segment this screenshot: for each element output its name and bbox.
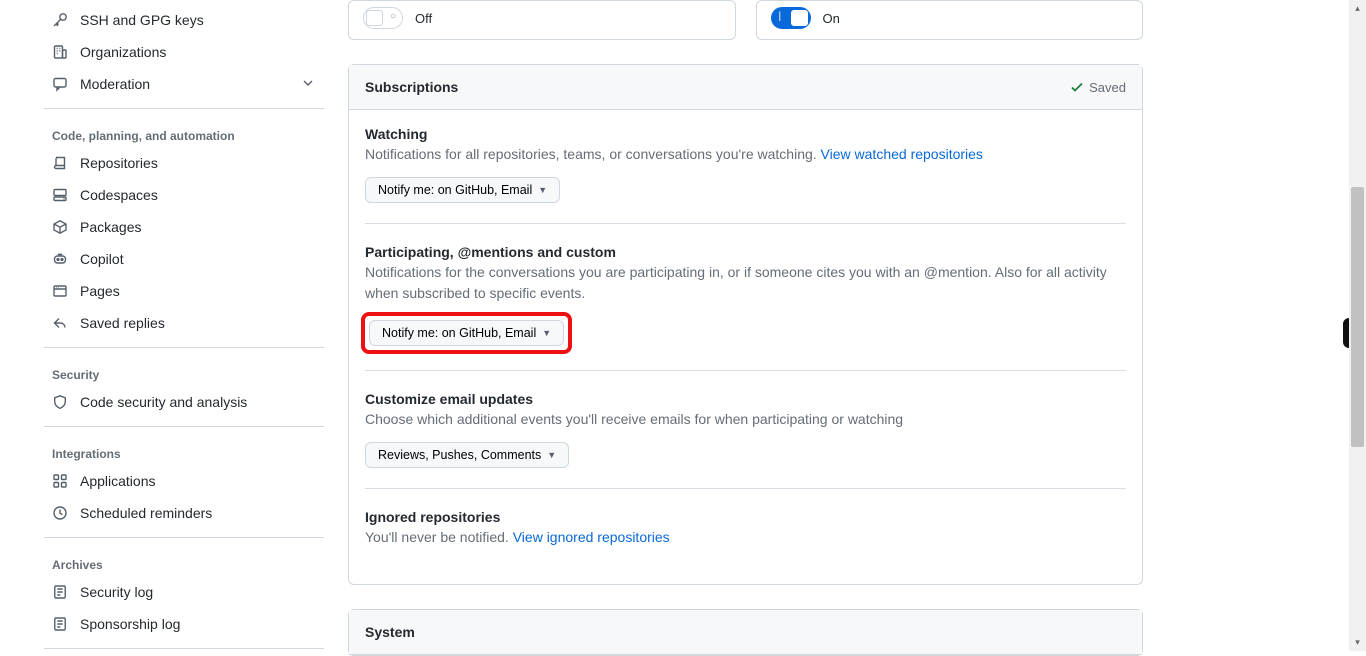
package-icon	[52, 219, 68, 235]
sidebar-group-integrations: Integrations	[44, 439, 324, 465]
ignored-section: Ignored repositories You'll never be not…	[365, 488, 1126, 548]
organization-icon	[52, 44, 68, 60]
divider	[44, 648, 324, 649]
sidebar-group-archives: Archives	[44, 550, 324, 576]
sidebar-item-label: Codespaces	[80, 187, 158, 203]
customize-events-dropdown[interactable]: Reviews, Pushes, Comments ▼	[365, 442, 569, 468]
subscriptions-panel: Subscriptions Saved Watching Notificatio…	[348, 64, 1143, 585]
sidebar-item-sponsorship-log[interactable]: Sponsorship log	[44, 608, 324, 640]
caret-down-icon: ▼	[547, 450, 556, 460]
sidebar-item-ssh-keys[interactable]: SSH and GPG keys	[44, 4, 324, 36]
scroll-up-button[interactable]: ▴	[1349, 0, 1366, 17]
sidebar-group-code: Code, planning, and automation	[44, 121, 324, 147]
vertical-scrollbar[interactable]: ▴ ▾	[1349, 0, 1366, 651]
browser-icon	[52, 283, 68, 299]
section-title: Ignored repositories	[365, 509, 1126, 525]
sidebar-item-repositories[interactable]: Repositories	[44, 147, 324, 179]
comment-icon	[52, 76, 68, 92]
copilot-icon	[52, 251, 68, 267]
sidebar-item-organizations[interactable]: Organizations	[44, 36, 324, 68]
highlighted-control: Notify me: on GitHub, Email ▼	[365, 316, 568, 350]
divider	[44, 537, 324, 538]
sidebar-group-security: Security	[44, 360, 324, 386]
participating-section: Participating, @mentions and custom Noti…	[365, 223, 1126, 350]
sidebar-item-label: Applications	[80, 473, 156, 489]
sidebar-item-label: Organizations	[80, 44, 166, 60]
section-description: Choose which additional events you'll re…	[365, 409, 1126, 430]
toggle-card-on: | On	[756, 0, 1144, 40]
chevron-down-icon	[300, 75, 316, 94]
sidebar-item-label: Pages	[80, 283, 120, 299]
sidebar-item-label: Copilot	[80, 251, 124, 267]
codespaces-icon	[52, 187, 68, 203]
repo-icon	[52, 155, 68, 171]
sidebar-item-pages[interactable]: Pages	[44, 275, 324, 307]
apps-icon	[52, 473, 68, 489]
scroll-down-button[interactable]: ▾	[1349, 634, 1366, 651]
divider	[44, 108, 324, 109]
section-title: Watching	[365, 126, 1126, 142]
sidebar-item-scheduled-reminders[interactable]: Scheduled reminders	[44, 497, 324, 529]
saved-indicator: Saved	[1069, 79, 1126, 95]
divider	[44, 426, 324, 427]
sidebar-item-label: Sponsorship log	[80, 616, 180, 632]
section-description: You'll never be notified. View ignored r…	[365, 527, 1126, 548]
section-title: Customize email updates	[365, 391, 1126, 407]
sidebar-item-packages[interactable]: Packages	[44, 211, 324, 243]
clock-icon	[52, 505, 68, 521]
sidebar-item-label: Saved replies	[80, 315, 165, 331]
settings-sidebar: SSH and GPG keys Organizations Moderatio…	[0, 0, 348, 653]
caret-down-icon: ▼	[538, 185, 547, 195]
section-title: Participating, @mentions and custom	[365, 244, 1126, 260]
toggle-label: On	[823, 11, 840, 26]
panel-title: Subscriptions	[365, 79, 458, 95]
sidebar-item-label: Repositories	[80, 155, 158, 171]
side-handle	[1343, 318, 1349, 348]
check-icon	[1069, 79, 1085, 95]
system-panel: System	[348, 609, 1143, 656]
panel-title: System	[365, 624, 415, 640]
log-icon	[52, 616, 68, 632]
sidebar-item-saved-replies[interactable]: Saved replies	[44, 307, 324, 339]
sidebar-item-label: Packages	[80, 219, 141, 235]
saved-label: Saved	[1089, 80, 1126, 95]
shield-icon	[52, 394, 68, 410]
divider	[44, 347, 324, 348]
main-content: ○ Off | On Subscriptions Saved	[348, 0, 1343, 656]
toggle-off[interactable]: ○	[363, 7, 403, 29]
sidebar-item-codespaces[interactable]: Codespaces	[44, 179, 324, 211]
watching-section: Watching Notifications for all repositor…	[365, 126, 1126, 203]
sidebar-item-label: Moderation	[80, 76, 150, 92]
sidebar-item-code-security[interactable]: Code security and analysis	[44, 386, 324, 418]
sidebar-item-label: Security log	[80, 584, 153, 600]
customize-email-section: Customize email updates Choose which add…	[365, 370, 1126, 468]
view-watched-link[interactable]: View watched repositories	[821, 146, 983, 162]
key-icon	[52, 12, 68, 28]
sidebar-item-label: Code security and analysis	[80, 394, 247, 410]
toggle-label: Off	[415, 11, 432, 26]
sidebar-item-label: Scheduled reminders	[80, 505, 212, 521]
view-ignored-link[interactable]: View ignored repositories	[513, 529, 670, 545]
sidebar-item-label: SSH and GPG keys	[80, 12, 204, 28]
sidebar-item-copilot[interactable]: Copilot	[44, 243, 324, 275]
sidebar-item-moderation[interactable]: Moderation	[44, 68, 324, 100]
reply-icon	[52, 315, 68, 331]
sidebar-item-applications[interactable]: Applications	[44, 465, 324, 497]
participating-notify-dropdown[interactable]: Notify me: on GitHub, Email ▼	[369, 320, 564, 346]
sidebar-item-security-log[interactable]: Security log	[44, 576, 324, 608]
toggle-on[interactable]: |	[771, 7, 811, 29]
caret-down-icon: ▼	[542, 328, 551, 338]
scroll-track[interactable]	[1349, 17, 1366, 634]
scroll-thumb[interactable]	[1351, 187, 1364, 447]
section-description: Notifications for the conversations you …	[365, 262, 1126, 304]
watching-notify-dropdown[interactable]: Notify me: on GitHub, Email ▼	[365, 177, 560, 203]
panel-header: Subscriptions Saved	[349, 65, 1142, 110]
section-description: Notifications for all repositories, team…	[365, 144, 1126, 165]
log-icon	[52, 584, 68, 600]
panel-header: System	[349, 610, 1142, 655]
toggle-card-off: ○ Off	[348, 0, 736, 40]
